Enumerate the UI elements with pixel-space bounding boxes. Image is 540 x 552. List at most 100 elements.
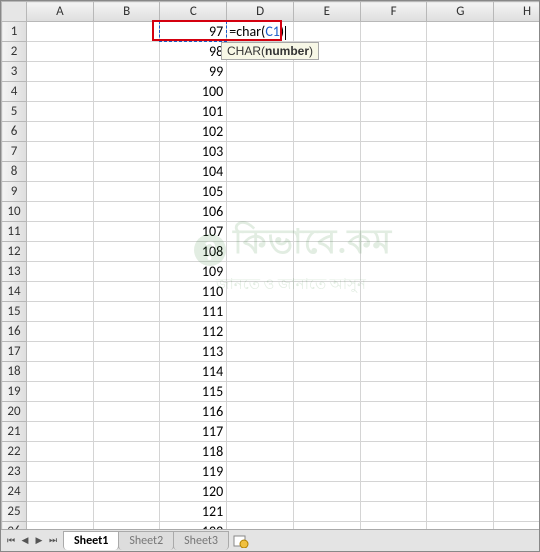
row-header[interactable]: 16: [2, 322, 27, 342]
column-header-h[interactable]: H: [494, 2, 539, 22]
cell-E10[interactable]: [293, 202, 360, 222]
cell-D7[interactable]: [227, 142, 294, 162]
cell-D21[interactable]: [227, 422, 294, 442]
cell-H24[interactable]: [494, 482, 539, 502]
cell-E26[interactable]: [293, 522, 360, 530]
cell-E8[interactable]: [293, 162, 360, 182]
cell-F3[interactable]: [360, 62, 427, 82]
cell-G15[interactable]: [427, 302, 494, 322]
cell-A6[interactable]: [27, 122, 94, 142]
cell-F14[interactable]: [360, 282, 427, 302]
cell-D14[interactable]: [227, 282, 294, 302]
cell-D25[interactable]: [227, 502, 294, 522]
cell-H16[interactable]: [494, 322, 539, 342]
cell-G9[interactable]: [427, 182, 494, 202]
cell-C5[interactable]: 101: [160, 102, 227, 122]
cell-G12[interactable]: [427, 242, 494, 262]
cell-G25[interactable]: [427, 502, 494, 522]
cell-E16[interactable]: [293, 322, 360, 342]
cell-D20[interactable]: [227, 402, 294, 422]
cell-A9[interactable]: [27, 182, 94, 202]
cell-C21[interactable]: 117: [160, 422, 227, 442]
cell-B5[interactable]: [93, 102, 160, 122]
cell-H13[interactable]: [494, 262, 539, 282]
cell-E6[interactable]: [293, 122, 360, 142]
column-header-e[interactable]: E: [293, 2, 360, 22]
cell-E3[interactable]: [293, 62, 360, 82]
row-header[interactable]: 15: [2, 302, 27, 322]
cell-F11[interactable]: [360, 222, 427, 242]
cell-A24[interactable]: [27, 482, 94, 502]
cell-C10[interactable]: 106: [160, 202, 227, 222]
cell-A16[interactable]: [27, 322, 94, 342]
cell-F15[interactable]: [360, 302, 427, 322]
cell-E12[interactable]: [293, 242, 360, 262]
cell-D17[interactable]: [227, 342, 294, 362]
cell-G11[interactable]: [427, 222, 494, 242]
cell-A21[interactable]: [27, 422, 94, 442]
cell-F20[interactable]: [360, 402, 427, 422]
cell-G7[interactable]: [427, 142, 494, 162]
cell-C3[interactable]: 99: [160, 62, 227, 82]
cell-C4[interactable]: 100: [160, 82, 227, 102]
cell-A15[interactable]: [27, 302, 94, 322]
cell-A11[interactable]: [27, 222, 94, 242]
cell-H10[interactable]: [494, 202, 539, 222]
cell-A2[interactable]: [27, 42, 94, 62]
cell-E24[interactable]: [293, 482, 360, 502]
row-header[interactable]: 18: [2, 362, 27, 382]
cell-E22[interactable]: [293, 442, 360, 462]
cell-E17[interactable]: [293, 342, 360, 362]
cell-B17[interactable]: [93, 342, 160, 362]
cell-C17[interactable]: 113: [160, 342, 227, 362]
column-header-b[interactable]: B: [93, 2, 160, 22]
sheet-tab[interactable]: Sheet2: [118, 531, 174, 550]
cell-D22[interactable]: [227, 442, 294, 462]
new-sheet-button[interactable]: [231, 533, 251, 549]
cell-D3[interactable]: [227, 62, 294, 82]
cell-B4[interactable]: [93, 82, 160, 102]
cell-B16[interactable]: [93, 322, 160, 342]
cell-F2[interactable]: [360, 42, 427, 62]
cell-F24[interactable]: [360, 482, 427, 502]
cell-D23[interactable]: [227, 462, 294, 482]
cell-A5[interactable]: [27, 102, 94, 122]
cell-H14[interactable]: [494, 282, 539, 302]
cell-H15[interactable]: [494, 302, 539, 322]
cell-B13[interactable]: [93, 262, 160, 282]
cell-C15[interactable]: 111: [160, 302, 227, 322]
cell-B23[interactable]: [93, 462, 160, 482]
cell-C11[interactable]: 107: [160, 222, 227, 242]
cell-H11[interactable]: [494, 222, 539, 242]
cell-E25[interactable]: [293, 502, 360, 522]
row-header[interactable]: 14: [2, 282, 27, 302]
cell-B6[interactable]: [93, 122, 160, 142]
tab-nav-last-icon[interactable]: ⏭: [47, 534, 59, 548]
cell-B14[interactable]: [93, 282, 160, 302]
cell-H12[interactable]: [494, 242, 539, 262]
cell-D9[interactable]: [227, 182, 294, 202]
cell-D16[interactable]: [227, 322, 294, 342]
cell-G14[interactable]: [427, 282, 494, 302]
cell-H22[interactable]: [494, 442, 539, 462]
cell-B26[interactable]: [93, 522, 160, 530]
row-header[interactable]: 3: [2, 62, 27, 82]
cell-A3[interactable]: [27, 62, 94, 82]
select-all-corner[interactable]: [2, 2, 27, 22]
row-header[interactable]: 8: [2, 162, 27, 182]
cell-B11[interactable]: [93, 222, 160, 242]
cell-C23[interactable]: 119: [160, 462, 227, 482]
cell-E5[interactable]: [293, 102, 360, 122]
cell-G4[interactable]: [427, 82, 494, 102]
tab-nav-prev-icon[interactable]: ◀: [19, 534, 31, 548]
cell-G23[interactable]: [427, 462, 494, 482]
cell-G6[interactable]: [427, 122, 494, 142]
cell-C25[interactable]: 121: [160, 502, 227, 522]
cell-F12[interactable]: [360, 242, 427, 262]
cell-G5[interactable]: [427, 102, 494, 122]
cell-A19[interactable]: [27, 382, 94, 402]
cell-G16[interactable]: [427, 322, 494, 342]
cell-D4[interactable]: [227, 82, 294, 102]
cell-E13[interactable]: [293, 262, 360, 282]
cell-B22[interactable]: [93, 442, 160, 462]
